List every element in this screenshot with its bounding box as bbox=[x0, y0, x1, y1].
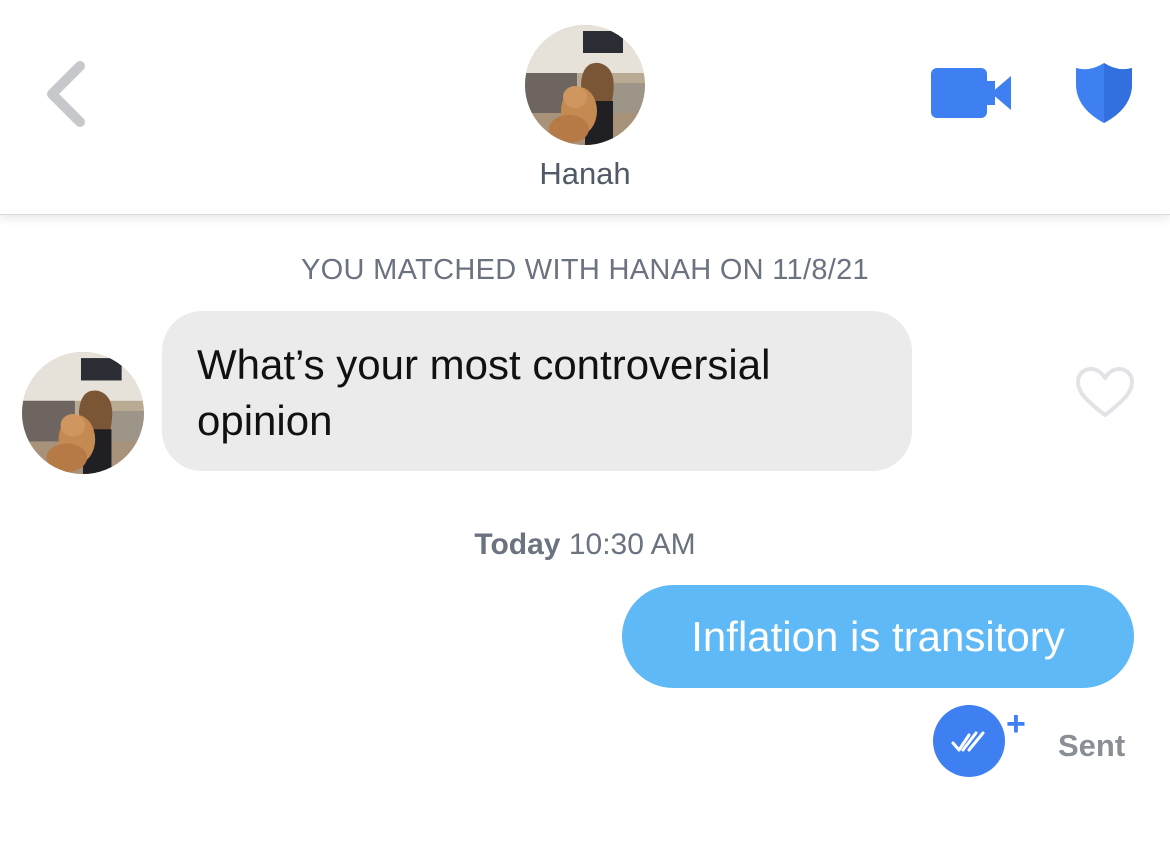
shield-icon bbox=[1076, 63, 1132, 123]
match-date-banner: YOU MATCHED WITH HANAH ON 11/8/21 bbox=[301, 254, 869, 286]
video-call-button[interactable] bbox=[931, 68, 1013, 118]
read-receipt-button[interactable] bbox=[933, 705, 1005, 777]
timestamp-time: 10:30 AM bbox=[568, 528, 696, 561]
message-timestamp: Today 10:30 AM bbox=[0, 528, 1170, 562]
receipt-plus-icon[interactable]: + bbox=[1006, 707, 1026, 741]
message-status: Sent bbox=[1058, 728, 1126, 763]
safety-toolkit-button[interactable] bbox=[1074, 62, 1134, 124]
sender-photo bbox=[22, 352, 144, 474]
timestamp-day: Today bbox=[474, 528, 561, 561]
outgoing-message-bubble[interactable]: Inflation is transitory bbox=[622, 585, 1134, 688]
chat-screen: Hanah YOU MATCHED WITH HANAH ON 11/8/21 bbox=[0, 0, 1170, 843]
incoming-message-text: What’s your most controversial opinion bbox=[197, 341, 771, 444]
double-check-icon bbox=[951, 731, 985, 752]
back-button[interactable] bbox=[36, 54, 96, 134]
chevron-left-icon bbox=[47, 61, 85, 127]
incoming-message-bubble[interactable]: What’s your most controversial opinion bbox=[162, 311, 912, 471]
message-sender-avatar[interactable] bbox=[22, 352, 144, 474]
contact-photo bbox=[525, 25, 645, 145]
contact-name[interactable]: Hanah bbox=[435, 156, 735, 192]
video-camera-icon bbox=[931, 68, 1011, 118]
contact-avatar[interactable] bbox=[525, 25, 645, 145]
chat-header: Hanah bbox=[0, 0, 1170, 215]
like-message-button[interactable] bbox=[1074, 365, 1136, 419]
outgoing-message-text: Inflation is transitory bbox=[691, 613, 1065, 660]
heart-outline-icon bbox=[1076, 367, 1134, 417]
